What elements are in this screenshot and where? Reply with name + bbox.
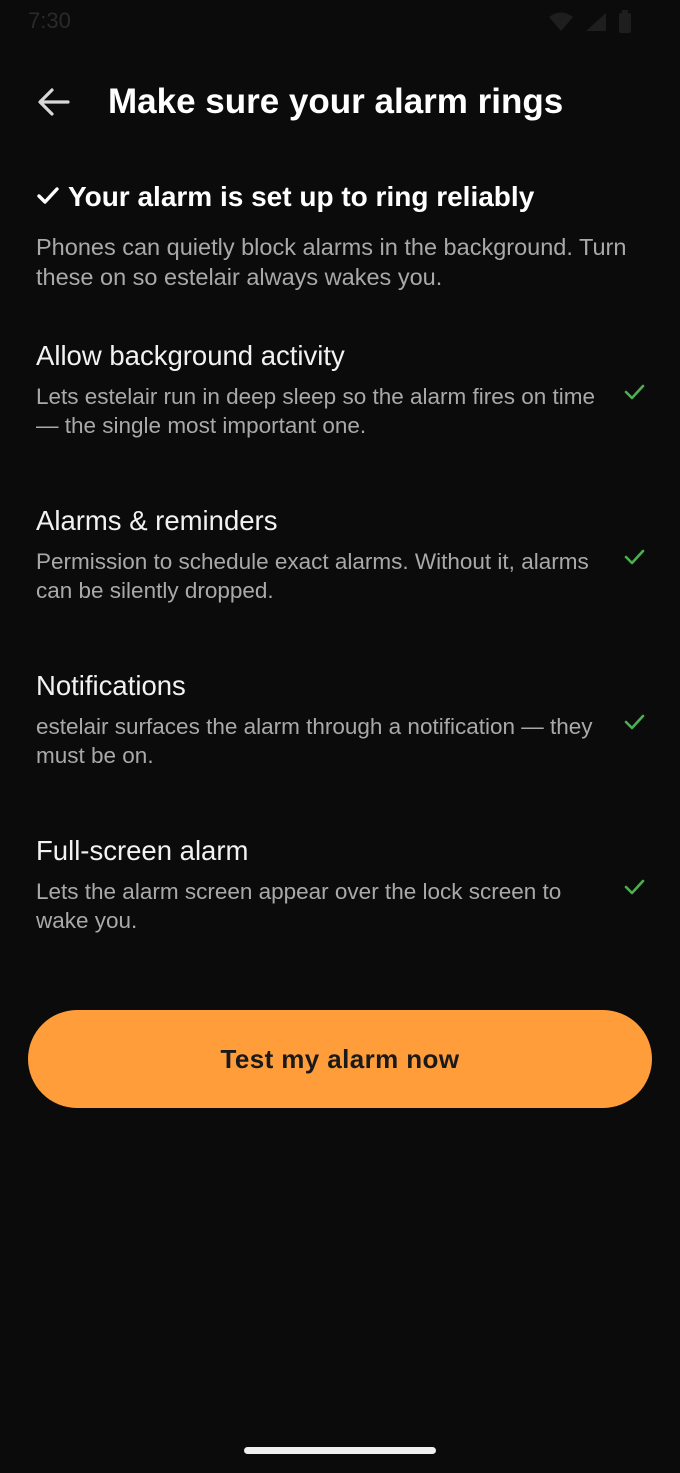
check-icon bbox=[622, 545, 646, 569]
summary-heading-text: Your alarm is set up to ring reliably bbox=[68, 181, 535, 212]
header: Make sure your alarm rings bbox=[0, 68, 680, 140]
arrow-left-icon bbox=[37, 87, 71, 122]
permission-title: Allow background activity bbox=[36, 340, 345, 371]
permission-description: Lets estelair run in deep sleep so the a… bbox=[36, 384, 596, 438]
summary-heading: Your alarm is set up to ring reliably bbox=[36, 176, 646, 218]
permission-alarms-reminders[interactable]: Alarms & reminders Permission to schedul… bbox=[36, 499, 646, 664]
signal-icon bbox=[584, 11, 608, 33]
status-bar: 7:30 bbox=[0, 0, 680, 44]
test-alarm-button[interactable]: Test my alarm now bbox=[28, 1010, 652, 1108]
permission-notifications[interactable]: Notifications estelair surfaces the alar… bbox=[36, 664, 646, 829]
permission-list: Allow background activity Lets estelair … bbox=[36, 334, 646, 994]
permission-title: Alarms & reminders bbox=[36, 505, 278, 536]
home-indicator[interactable] bbox=[244, 1447, 436, 1454]
permission-description: estelair surfaces the alarm through a no… bbox=[36, 714, 593, 768]
wifi-icon bbox=[548, 11, 574, 33]
summary-text: Phones can quietly block alarms in the b… bbox=[36, 234, 627, 290]
check-icon bbox=[36, 181, 60, 213]
back-button[interactable] bbox=[22, 76, 86, 132]
permission-description: Permission to schedule exact alarms. Wit… bbox=[36, 549, 589, 603]
check-icon bbox=[622, 710, 646, 734]
check-icon bbox=[622, 875, 646, 899]
permission-description: Lets the alarm screen appear over the lo… bbox=[36, 879, 562, 933]
setup-summary: Your alarm is set up to ring reliably Ph… bbox=[36, 176, 646, 292]
status-time: 7:30 bbox=[28, 8, 71, 33]
check-icon bbox=[622, 380, 646, 404]
permission-full-screen-alarm[interactable]: Full-screen alarm Lets the alarm screen … bbox=[36, 829, 646, 994]
page-title: Make sure your alarm rings bbox=[108, 82, 564, 121]
battery-icon bbox=[618, 10, 632, 34]
permission-background-activity[interactable]: Allow background activity Lets estelair … bbox=[36, 334, 646, 499]
permission-title: Notifications bbox=[36, 670, 186, 701]
status-icons bbox=[548, 10, 632, 34]
permission-title: Full-screen alarm bbox=[36, 835, 249, 866]
